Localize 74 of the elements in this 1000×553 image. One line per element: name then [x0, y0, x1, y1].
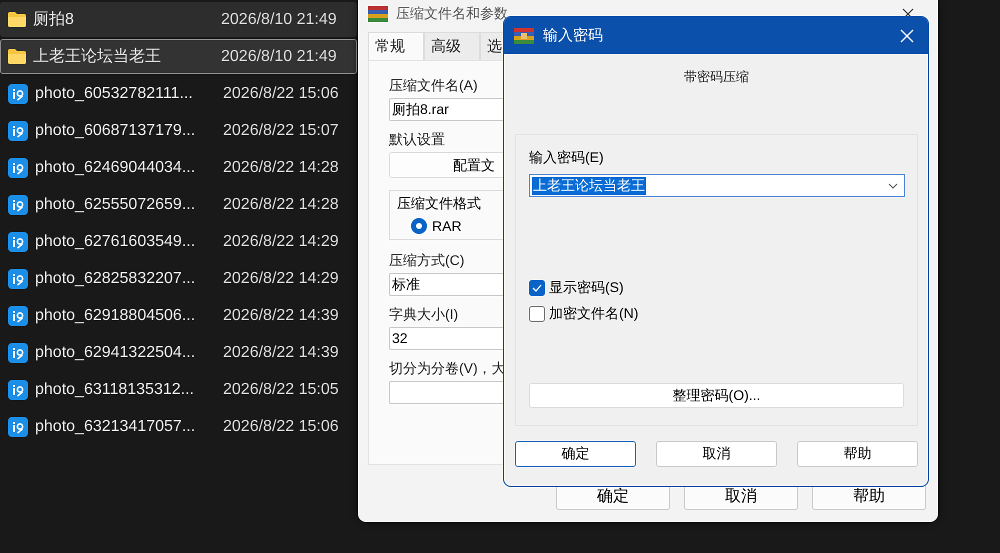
file-date: 2026/8/22 14:39	[223, 306, 339, 324]
radio-label: RAR	[432, 218, 462, 234]
file-row[interactable]: photo_62555072659... 2026/8/22 14:28	[0, 187, 357, 222]
archive-icon	[514, 28, 534, 44]
checkbox-label: 加密文件名(N)	[549, 305, 638, 323]
file-row[interactable]: 厕拍8 2026/8/10 21:49	[0, 2, 357, 37]
file-date: 2026/8/22 15:06	[223, 84, 339, 102]
file-date: 2026/8/22 15:07	[223, 122, 339, 140]
file-row[interactable]: photo_62918804506... 2026/8/22 14:39	[0, 298, 357, 333]
file-date: 2026/8/22 14:28	[223, 196, 339, 214]
file-name: photo_62469044034...	[35, 158, 196, 176]
archive-icon	[368, 6, 388, 22]
dialog-button[interactable]: 帮助	[797, 441, 918, 467]
file-name: photo_62918804506...	[35, 306, 196, 324]
radio-button[interactable]	[411, 218, 427, 234]
file-date: 2026/8/22 14:29	[223, 232, 339, 250]
file-row[interactable]: 上老王论坛当老王 2026/8/10 21:49	[0, 39, 357, 74]
app-icon	[8, 342, 28, 362]
file-row[interactable]: photo_62469044034... 2026/8/22 14:28	[0, 150, 357, 185]
chevron-down-icon[interactable]	[888, 182, 898, 188]
window-title: 压缩文件名和参数	[396, 5, 508, 23]
dialog-button[interactable]: 确定	[515, 441, 636, 467]
folder-icon	[8, 49, 26, 64]
file-name: photo_63213417057...	[35, 418, 196, 436]
file-row[interactable]: photo_62941322504... 2026/8/22 14:39	[0, 335, 357, 370]
file-date: 2026/8/22 14:29	[223, 270, 339, 288]
dialog-title: 输入密码	[543, 26, 603, 45]
file-name: photo_62555072659...	[35, 196, 196, 214]
checkbox-label: 显示密码(S)	[549, 279, 624, 297]
file-name: photo_62941322504...	[35, 344, 196, 362]
file-date: 2026/8/22 14:28	[223, 158, 339, 176]
tab[interactable]: 常规	[368, 32, 424, 60]
file-row[interactable]: photo_63118135312... 2026/8/22 15:05	[0, 372, 357, 407]
organize-passwords-button[interactable]: 整理密码(O)...	[529, 383, 904, 408]
file-name: 厕拍8	[33, 10, 75, 30]
app-icon	[8, 380, 28, 400]
file-date: 2026/8/10 21:49	[221, 10, 337, 28]
file-name: 上老王论坛当老王	[33, 46, 162, 67]
file-name: photo_62761603549...	[35, 232, 196, 250]
file-name: photo_63118135312...	[35, 380, 195, 398]
file-row[interactable]: photo_60687137179... 2026/8/22 15:07	[0, 113, 357, 148]
file-name: photo_62825832207...	[35, 270, 196, 288]
app-icon	[8, 268, 28, 288]
field-label: 默认设置	[389, 131, 445, 149]
file-row[interactable]: photo_60532782111... 2026/8/22 15:06	[0, 76, 357, 111]
file-row[interactable]: photo_62825832207... 2026/8/22 14:29	[0, 261, 357, 296]
file-date: 2026/8/22 14:39	[223, 344, 339, 362]
checkbox[interactable]	[529, 280, 545, 296]
field-label: 字典大小(I)	[389, 306, 458, 324]
app-icon	[8, 416, 28, 436]
folder-icon	[8, 12, 26, 27]
field-label: 压缩方式(C)	[389, 252, 464, 270]
checkmark-icon	[532, 284, 542, 292]
app-icon	[8, 194, 28, 214]
app-icon	[8, 306, 28, 326]
tab[interactable]: 高级	[424, 32, 480, 60]
dialog-heading: 带密码压缩	[683, 68, 750, 86]
app-icon	[8, 84, 28, 104]
group-label: 压缩文件格式	[397, 195, 482, 213]
app-icon	[8, 158, 28, 178]
field-label: 输入密码(E)	[529, 149, 604, 167]
field-label: 压缩文件名(A)	[389, 77, 478, 95]
dialog-button[interactable]: 取消	[656, 441, 777, 467]
password-field[interactable]: 上老王论坛当老王	[529, 174, 905, 197]
file-date: 2026/8/10 21:49	[221, 48, 337, 66]
file-date: 2026/8/22 15:05	[223, 380, 339, 398]
checkbox[interactable]	[529, 306, 545, 322]
file-name: photo_60687137179...	[35, 122, 196, 140]
app-icon	[8, 232, 28, 252]
file-row[interactable]: photo_62761603549... 2026/8/22 14:29	[0, 224, 357, 259]
file-row[interactable]: photo_63213417057... 2026/8/22 15:06	[0, 409, 357, 444]
file-name: photo_60532782111...	[35, 84, 194, 102]
app-icon	[8, 120, 28, 140]
file-date: 2026/8/22 15:06	[223, 418, 339, 436]
